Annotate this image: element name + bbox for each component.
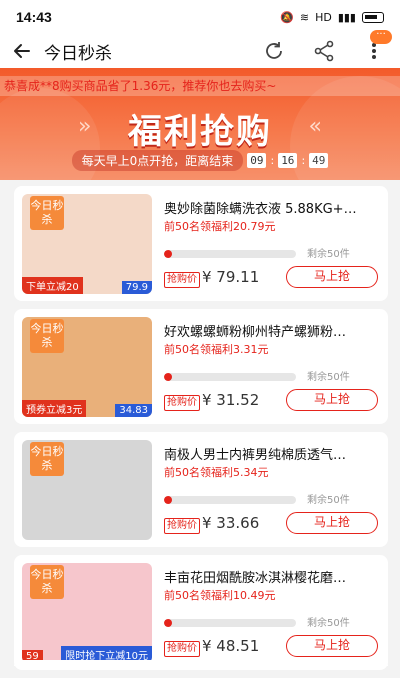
product-name[interactable]: 好欢螺螺蛳粉柳州特产螺狮粉…	[164, 321, 378, 340]
sold-progress-bar	[164, 496, 296, 504]
wifi-icon: ≋	[299, 10, 310, 24]
remaining-stock: 剩余50件	[307, 372, 350, 383]
remaining-stock: 剩余50件	[307, 249, 350, 260]
chevron-left-icon: «	[308, 114, 322, 139]
product-benefit: 前50名领福利20.79元	[164, 220, 276, 233]
product-image[interactable]: 今日秒杀 预券立减3元 34.83	[22, 317, 152, 417]
grab-now-button[interactable]: 马上抢	[286, 266, 378, 288]
daily-deal-tag: 今日秒杀	[30, 565, 64, 599]
sold-progress-fill	[164, 496, 172, 504]
grab-now-button[interactable]: 马上抢	[286, 635, 378, 657]
sold-progress-bar	[164, 373, 296, 381]
sold-progress-fill	[164, 373, 172, 381]
countdown-separator: :	[301, 154, 306, 167]
remaining-stock: 剩余50件	[307, 495, 350, 506]
thumb-promo-badge: 预券立减3元	[22, 400, 87, 417]
countdown: 每天早上0点开抢，距离结束 09 : 16 : 49	[0, 150, 400, 171]
product-benefit: 前50名领福利3.31元	[164, 343, 269, 356]
battery-icon	[362, 11, 384, 23]
product-card[interactable]: 今日秒杀 南极人男士内裤男纯棉质透气… 前50名领福利5.34元 剩余50件 抢…	[14, 432, 388, 547]
product-price: ¥ 31.52	[202, 391, 260, 409]
price-label: 抢购价	[164, 395, 200, 411]
countdown-minutes: 16	[278, 153, 298, 168]
grab-now-button[interactable]: 马上抢	[286, 389, 378, 411]
product-price: ¥ 33.66	[202, 514, 260, 532]
countdown-seconds: 49	[309, 153, 329, 168]
product-name[interactable]: 丰亩花田烟酰胺冰淇淋樱花磨…	[164, 567, 378, 586]
product-price: ¥ 79.11	[202, 268, 260, 286]
status-bar: 14:43 🔕 ≋ HD ▮▮▮	[0, 0, 400, 34]
grab-now-button[interactable]: 马上抢	[286, 512, 378, 534]
product-image[interactable]: 今日秒杀 下单立减20 79.9	[22, 194, 152, 294]
product-image[interactable]: 今日秒杀	[22, 440, 152, 540]
promo-banner: 恭喜成**8购买商品省了1.36元，推荐你也去购买~ » « 福利抢购 每天早上…	[0, 68, 400, 180]
product-card[interactable]: 今日秒杀 59 限时抢下立减10元 丰亩花田烟酰胺冰淇淋樱花磨… 前50名领福利…	[14, 555, 388, 670]
mute-icon: 🔕	[280, 10, 294, 24]
network-label: HD	[315, 10, 332, 24]
refresh-button[interactable]	[262, 39, 286, 63]
thumb-price-badge: 79.9	[121, 281, 152, 294]
product-benefit: 前50名领福利5.34元	[164, 466, 269, 479]
status-time: 14:43	[16, 9, 52, 25]
product-list: 今日秒杀 下单立减20 79.9 奥妙除菌除螨洗衣液 5.88KG+… 前50名…	[14, 186, 388, 678]
daily-deal-tag: 今日秒杀	[30, 442, 64, 476]
product-card[interactable]: 今日秒杀 下单立减20 79.9 奥妙除菌除螨洗衣液 5.88KG+… 前50名…	[14, 186, 388, 301]
banner-title: 福利抢购	[128, 112, 272, 152]
status-icons: 🔕 ≋ HD ▮▮▮	[280, 11, 384, 24]
sold-progress-fill	[164, 250, 172, 258]
page-title: 今日秒杀	[44, 43, 112, 64]
thumb-promo-badge: 下单立减20	[22, 277, 83, 294]
daily-deal-tag: 今日秒杀	[30, 196, 64, 230]
sold-progress-bar	[164, 250, 296, 258]
arrow-left-icon	[14, 44, 30, 58]
price-label: 抢购价	[164, 272, 200, 288]
next-card-peek	[14, 660, 388, 666]
thumb-price-badge: 34.83	[115, 404, 152, 417]
remaining-stock: 剩余50件	[307, 618, 350, 629]
title-bar: 今日秒杀	[0, 34, 400, 68]
product-benefit: 前50名领福利10.49元	[164, 589, 276, 602]
price-label: 抢购价	[164, 518, 200, 534]
countdown-separator: :	[270, 154, 275, 167]
daily-deal-tag: 今日秒杀	[30, 319, 64, 353]
sold-progress-fill	[164, 619, 172, 627]
product-name[interactable]: 奥妙除菌除螨洗衣液 5.88KG+…	[164, 198, 378, 217]
more-badge[interactable]: ···	[370, 30, 392, 44]
product-card[interactable]: 今日秒杀 预券立减3元 34.83 好欢螺螺蛳粉柳州特产螺狮粉… 前50名领福利…	[14, 309, 388, 424]
product-price: ¥ 48.51	[202, 637, 260, 655]
share-button[interactable]	[312, 39, 336, 63]
refresh-icon	[266, 42, 282, 59]
purchase-ticker: 恭喜成**8购买商品省了1.36元，推荐你也去购买~	[0, 76, 400, 96]
signal-icon: ▮▮▮	[337, 10, 356, 24]
countdown-hours: 09	[247, 153, 267, 168]
countdown-text: 每天早上0点开抢，距离结束	[71, 150, 244, 171]
sold-progress-bar	[164, 619, 296, 627]
product-name[interactable]: 南极人男士内裤男纯棉质透气…	[164, 444, 378, 463]
back-button[interactable]	[0, 34, 44, 68]
price-label: 抢购价	[164, 641, 200, 657]
product-image[interactable]: 今日秒杀 59 限时抢下立减10元	[22, 563, 152, 663]
share-icon	[314, 40, 334, 62]
